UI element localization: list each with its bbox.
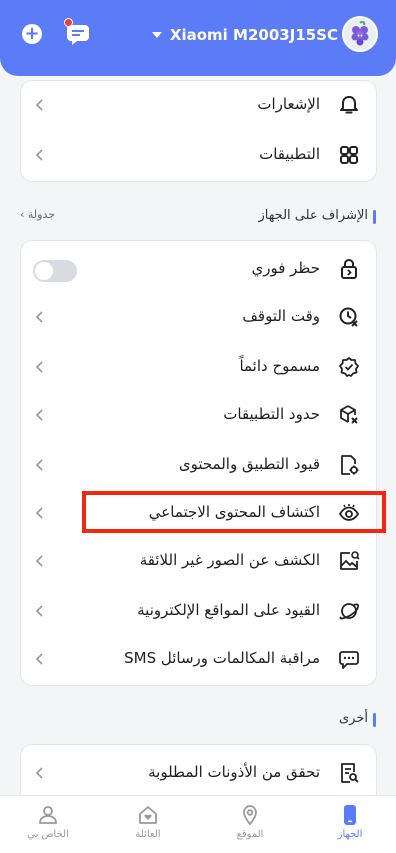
check-permissions-row[interactable]: تحقق من الأذونات المطلوبة (21, 753, 376, 793)
calls-sms-label: مراقبة المكالمات ورسائل SMS (124, 649, 320, 667)
clock-off-icon (339, 307, 358, 327)
sms-chat-icon (339, 651, 359, 669)
schedule-label: جدولة (27, 208, 56, 221)
bell-icon (340, 96, 358, 114)
toggle-knob (35, 262, 53, 280)
nav-label-device: الجهاز (337, 829, 363, 840)
section-accent-bar (373, 713, 376, 727)
instant-block-toggle[interactable] (33, 260, 77, 282)
lock-icon (341, 258, 357, 279)
cube-limit-icon (340, 405, 358, 424)
downtime-label: وقت التوقف (242, 307, 320, 325)
app-limits-row[interactable]: حدود التطبيقات (21, 395, 376, 435)
caret-down-icon (151, 32, 162, 38)
inappropriate-images-row[interactable]: الكشف عن الصور غير اللائقة (21, 541, 376, 581)
app-header: + Xiaomi M2003J15SC (0, 0, 396, 76)
apps-notifications-card: الإشعارات التطبيقات (20, 80, 377, 182)
always-allowed-row[interactable]: مسموح دائماً (21, 347, 376, 387)
grape-avatar-icon (351, 21, 369, 46)
apps-row[interactable]: التطبيقات (21, 135, 376, 175)
device-supervision-title: الإشراف على الجهاز (258, 208, 368, 223)
family-heart-icon (139, 806, 157, 824)
chevron-left-icon (35, 311, 43, 323)
planet-icon (339, 603, 360, 620)
device-name: Xiaomi M2003J15SC (169, 26, 338, 44)
notifications-label: الإشعارات (257, 95, 320, 113)
location-pin-icon (243, 805, 257, 826)
downtime-row[interactable]: وقت التوقف (21, 297, 376, 337)
nav-tab-me[interactable]: الخاص بي (8, 804, 88, 840)
nav-label-me: الخاص بي (27, 829, 69, 840)
always-allowed-label: مسموح دائماً (239, 357, 320, 375)
nav-label-family: العائلة (135, 829, 161, 840)
nav-tab-location[interactable]: الموقع (210, 804, 290, 840)
instant-block-label: حظر فوري (251, 259, 320, 277)
chevron-left-icon (35, 459, 43, 471)
chevron-left-icon (35, 507, 43, 519)
website-restrictions-row[interactable]: القيود على المواقع الإلكترونية (21, 591, 376, 631)
apps-label: التطبيقات (259, 145, 320, 163)
image-alert-icon (340, 551, 360, 570)
plus-icon: + (24, 23, 40, 44)
document-gear-icon (341, 455, 359, 475)
chevron-left-icon (35, 361, 43, 373)
nav-tab-family[interactable]: العائلة (108, 804, 188, 840)
chevron-left-icon (35, 653, 43, 665)
app-content-restrictions-row[interactable]: قيود التطبيق والمحتوى (21, 445, 376, 485)
device-selector[interactable]: Xiaomi M2003J15SC (151, 25, 338, 45)
chevron-left-icon (35, 555, 43, 567)
schedule-link[interactable]: جدولة › (20, 208, 55, 221)
app-limits-label: حدود التطبيقات (223, 405, 320, 423)
checklist-icon (341, 763, 359, 783)
other-section-title: أخرى (339, 711, 368, 726)
inappropriate-images-label: الكشف عن الصور غير اللائقة (139, 551, 320, 569)
instant-block-row: حظر فوري (21, 249, 376, 289)
section-accent-bar (373, 210, 376, 224)
apps-grid-icon (340, 146, 358, 164)
check-permissions-label: تحقق من الأذونات المطلوبة (148, 763, 320, 781)
calls-sms-row[interactable]: مراقبة المكالمات ورسائل SMS (21, 639, 376, 679)
chevron-left-icon (35, 149, 43, 161)
chevron-left-icon (35, 409, 43, 421)
avatar[interactable] (342, 16, 378, 52)
nav-tab-device[interactable]: الجهاز (310, 804, 390, 840)
highlight-box (82, 491, 386, 533)
app-content-restrictions-label: قيود التطبيق والمحتوى (178, 455, 320, 473)
nav-label-location: الموقع (236, 829, 264, 840)
chevron-left-icon (35, 605, 43, 617)
phone-icon (344, 805, 356, 825)
add-button[interactable]: + (22, 24, 42, 44)
person-icon (39, 806, 57, 824)
badge-check-icon (339, 357, 359, 377)
chat-icon[interactable] (66, 24, 90, 46)
website-restrictions-label: القيود على المواقع الإلكترونية (137, 601, 320, 619)
chevron-left-icon (35, 767, 43, 779)
notification-dot (64, 18, 73, 27)
notifications-row[interactable]: الإشعارات (21, 85, 376, 125)
device-supervision-card: حظر فوري وقت التوقف مسموح دائماً حدود ال… (20, 240, 377, 686)
bottom-navigation: الخاص بي العائلة الموقع الجهاز (0, 795, 396, 853)
chevron-left-icon (35, 99, 43, 111)
